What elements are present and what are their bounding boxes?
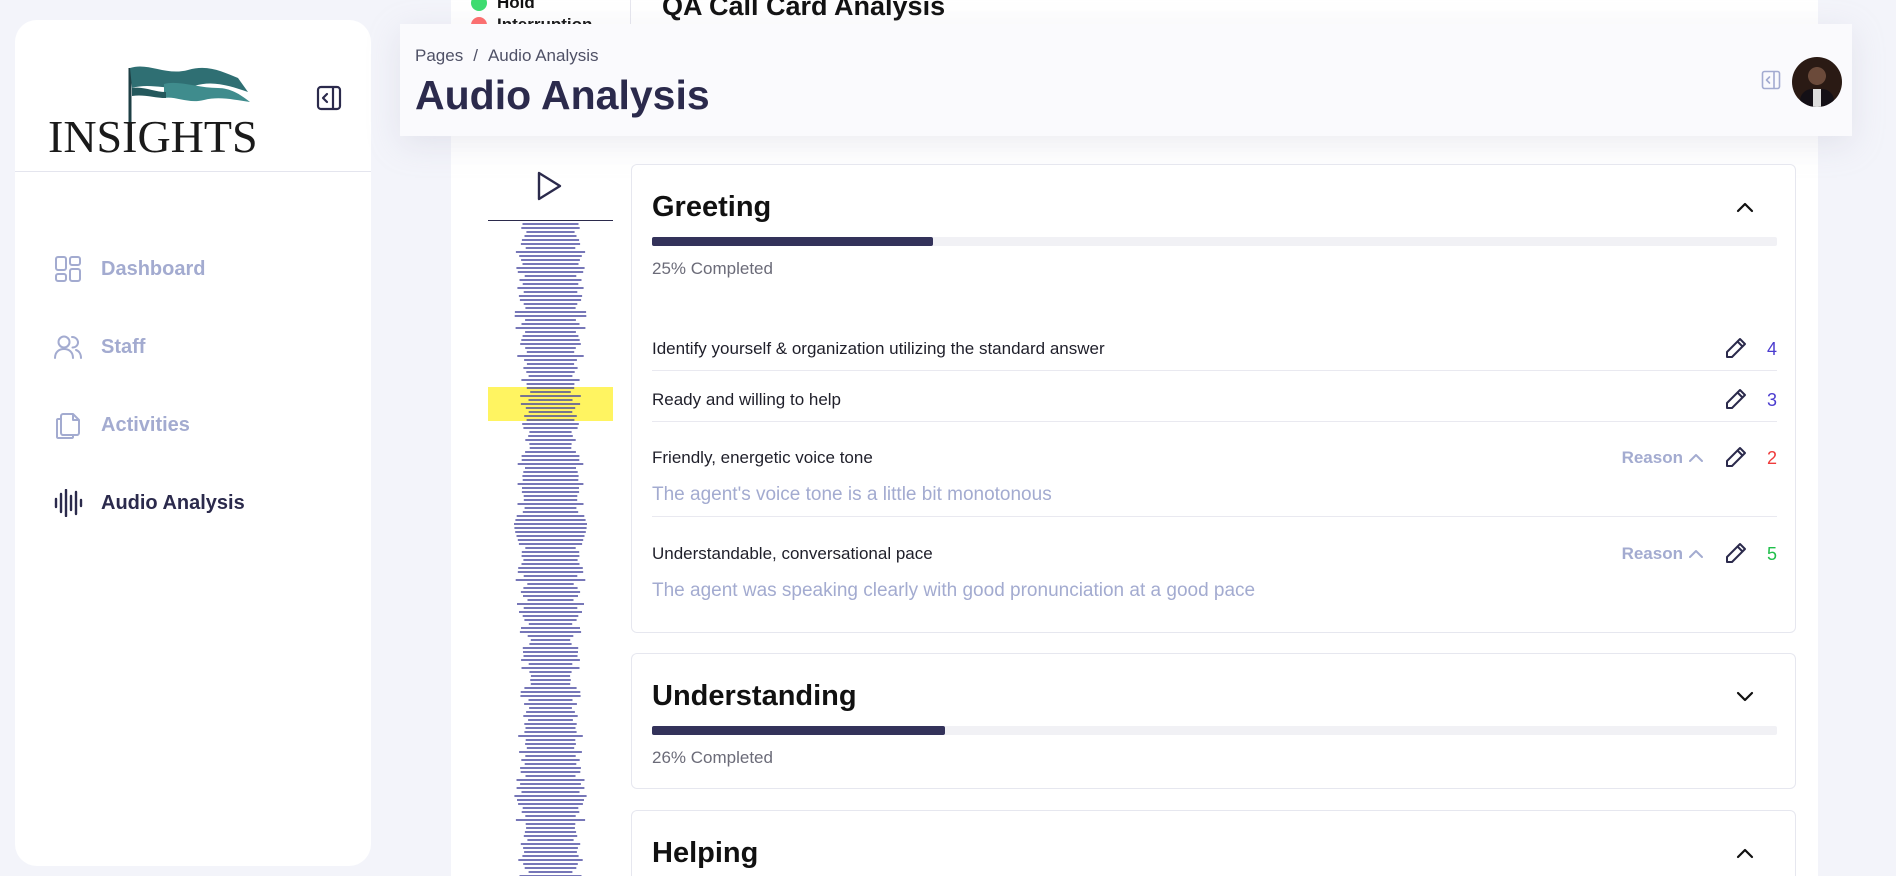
legend-label: Hold: [497, 0, 535, 12]
page-title: Audio Analysis: [415, 72, 710, 118]
sidebar-item-dashboard[interactable]: Dashboard: [15, 230, 371, 308]
breadcrumb: Pages / Audio Analysis: [415, 46, 599, 66]
sidebar-nav: Dashboard Staff Activities Audio Analysi…: [15, 230, 371, 542]
interruption-dot-icon: [471, 17, 487, 24]
pencil-icon: [1726, 389, 1746, 409]
sidebar-item-audio-analysis[interactable]: Audio Analysis: [15, 464, 371, 542]
section-title: Understanding: [652, 680, 857, 712]
sidebar-item-label: Dashboard: [101, 257, 206, 280]
reason-label: Reason: [1621, 448, 1683, 467]
users-icon: [53, 332, 83, 362]
sidebar-item-activities[interactable]: Activities: [15, 386, 371, 464]
documents-icon: [53, 410, 83, 440]
sidebar: INSIGHTS Dashboard Staff Activities Audi…: [15, 20, 371, 866]
reason-toggle[interactable]: Reason: [1622, 448, 1704, 468]
criteria-item: Understandable, conversational pace Reas…: [652, 540, 1777, 610]
pencil-icon: [1726, 447, 1746, 467]
progress-fill: [652, 726, 945, 735]
score-value: 4: [1766, 339, 1777, 359]
breadcrumb-separator: /: [473, 46, 478, 65]
pencil-icon: [1726, 543, 1746, 563]
edit-button[interactable]: [1723, 335, 1749, 361]
sidebar-item-label: Audio Analysis: [101, 491, 245, 514]
play-button[interactable]: [533, 170, 565, 202]
section-understanding: Understanding 26% Completed: [631, 653, 1796, 789]
hold-dot-icon: [471, 0, 487, 11]
chevron-up-icon: [1736, 848, 1754, 859]
qa-call-card-title: QA Call Card Analysis: [662, 0, 946, 21]
item-divider: [652, 370, 1777, 371]
score-value: 2: [1766, 448, 1777, 468]
progress-bar: [652, 237, 1777, 246]
sidebar-item-staff[interactable]: Staff: [15, 308, 371, 386]
section-title: Helping: [652, 837, 759, 869]
section-helping: Helping: [631, 810, 1796, 876]
reason-toggle[interactable]: Reason: [1622, 544, 1704, 564]
avatar-shirt: [1813, 89, 1821, 107]
criteria-text: Friendly, energetic voice tone: [652, 448, 873, 467]
item-divider: [652, 421, 1777, 422]
insights-logo: INSIGHTS: [48, 58, 268, 162]
page-header: Pages / Audio Analysis Audio Analysis: [400, 24, 1852, 136]
reason-text: The agent's voice tone is a little bit m…: [652, 484, 1052, 505]
call-legend: Hold Interruption: [471, 0, 592, 24]
breadcrumb-current: Audio Analysis: [487, 46, 599, 65]
user-avatar[interactable]: [1792, 57, 1842, 107]
criteria-text: Ready and willing to help: [652, 390, 842, 409]
progress-label: 25% Completed: [652, 259, 773, 278]
sidebar-item-label: Activities: [101, 413, 190, 436]
reason-text: The agent was speaking clearly with good…: [652, 580, 1256, 601]
dashboard-icon: [53, 254, 83, 284]
section-expand-button[interactable]: [1733, 684, 1757, 708]
call-card-header-fragment: Hold Interruption QA Call Card Analysis: [451, 0, 1818, 24]
edit-button[interactable]: [1723, 386, 1749, 412]
sidebar-divider: [15, 171, 371, 172]
score-value: 5: [1766, 544, 1777, 564]
audio-waveform[interactable]: [488, 222, 613, 876]
panel-toggle-icon: [1761, 70, 1781, 90]
legend-item-hold: Hold: [471, 0, 592, 14]
item-divider: [652, 516, 1777, 517]
play-icon: [537, 171, 562, 201]
sidebar-collapse-button[interactable]: [314, 83, 344, 113]
legend-item-interruption: Interruption: [471, 14, 592, 24]
sidebar-item-label: Staff: [101, 335, 146, 358]
legend-label: Interruption: [497, 15, 592, 24]
playhead-line: [488, 220, 613, 221]
logo-text: INSIGHTS: [48, 111, 258, 162]
criteria-item: Friendly, energetic voice tone Reason 2 …: [652, 444, 1777, 514]
audio-wave-icon: [53, 488, 83, 518]
progress-label: 26% Completed: [652, 748, 773, 767]
section-greeting: Greeting 25% Completed Identify yourself…: [631, 164, 1796, 633]
panel-toggle-button[interactable]: [1760, 69, 1782, 91]
criteria-item: Ready and willing to help 3: [652, 386, 1777, 416]
criteria-text: Identify yourself & organization utilizi…: [652, 339, 1105, 358]
section-collapse-button[interactable]: [1733, 195, 1757, 219]
audio-player: [488, 160, 613, 876]
divider: [630, 0, 631, 24]
section-title: Greeting: [652, 191, 772, 223]
edit-button[interactable]: [1723, 540, 1749, 566]
sidebar-collapse-icon: [316, 85, 342, 111]
chevron-up-icon: [1689, 550, 1703, 558]
chevron-up-icon: [1736, 202, 1754, 213]
score-value: 3: [1766, 390, 1777, 410]
breadcrumb-pages-link[interactable]: Pages: [415, 46, 463, 65]
criteria-item: Identify yourself & organization utilizi…: [652, 335, 1777, 365]
edit-button[interactable]: [1723, 444, 1749, 470]
reason-label: Reason: [1621, 544, 1683, 563]
progress-bar: [652, 726, 1777, 735]
criteria-text: Understandable, conversational pace: [652, 544, 933, 563]
chevron-up-icon: [1689, 454, 1703, 462]
pencil-icon: [1726, 338, 1746, 358]
chevron-down-icon: [1736, 691, 1754, 702]
progress-fill: [652, 237, 934, 246]
section-collapse-button[interactable]: [1733, 841, 1757, 865]
